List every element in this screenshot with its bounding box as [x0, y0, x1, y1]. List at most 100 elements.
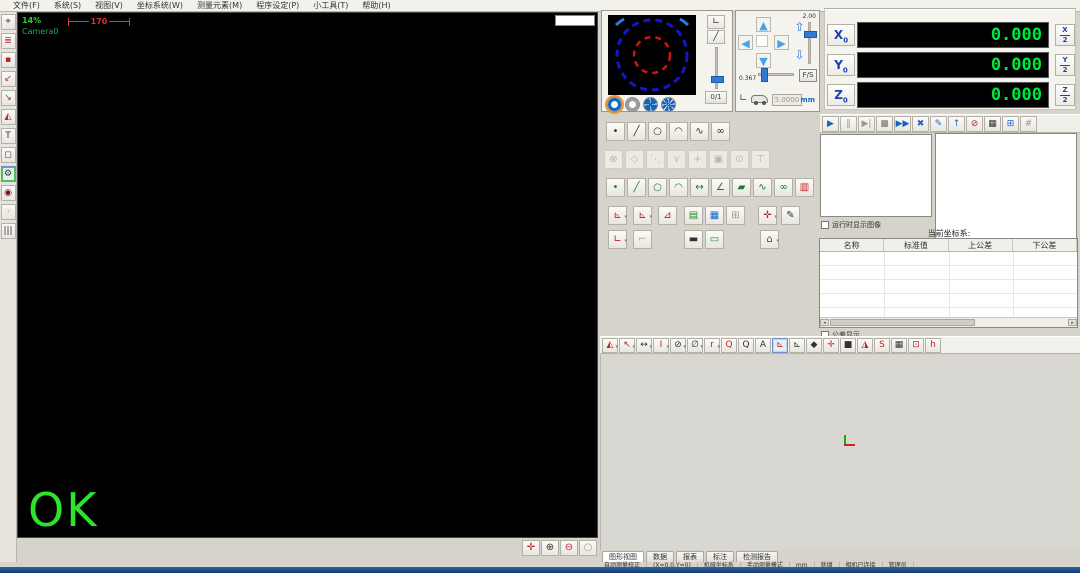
camera-record-button[interactable]: ◉ — [1, 185, 16, 201]
table-header-cell[interactable]: 下公差 — [1013, 239, 1077, 251]
graphics-view[interactable] — [600, 355, 1080, 550]
dro-y-half-button[interactable]: Y2 — [1055, 54, 1075, 76]
jog-up-button[interactable]: ▲ — [756, 17, 771, 32]
hand-tool-button[interactable]: ☞ — [1, 204, 16, 220]
corner-measure2-tool-button[interactable]: ↘ — [1, 90, 16, 106]
graph-zoom-in-button[interactable]: Q — [738, 338, 754, 353]
stop-button[interactable]: ■ — [876, 116, 893, 132]
tools-button[interactable]: ✖ — [912, 116, 929, 132]
view-tab[interactable]: 报表 — [676, 551, 704, 562]
export-green-button[interactable]: ▭ — [705, 230, 724, 249]
menu-item[interactable]: 系统(S) — [47, 0, 88, 12]
scroll-right-arrow[interactable]: ▸ — [1068, 319, 1077, 326]
program-result-list[interactable] — [935, 133, 1077, 243]
fast-run-button[interactable]: ▶▶ — [894, 116, 911, 132]
graph-shape-button[interactable]: ◆ — [806, 338, 822, 353]
caliper-tool-button[interactable]: ◭ — [1, 109, 16, 125]
line-tool-button[interactable]: ╱ — [627, 122, 646, 141]
zoom-in-button[interactable]: ⊕ — [541, 540, 559, 556]
circle-tool-button[interactable]: ○ — [648, 122, 667, 141]
abort-button[interactable]: ⊘ — [966, 116, 983, 132]
light-corner-button[interactable]: ∟ — [707, 15, 725, 29]
height-dim-button[interactable]: h — [925, 338, 941, 353]
graph-marker-button[interactable]: ◮ — [857, 338, 873, 353]
graph-label-button[interactable]: A — [755, 338, 771, 353]
menu-item[interactable]: 帮助(H) — [355, 0, 397, 12]
menu-item[interactable]: 程序设定(P) — [249, 0, 306, 12]
grid-view-button[interactable]: ⊞ — [1002, 116, 1019, 132]
curve-tool-button[interactable]: ∿ — [690, 122, 709, 141]
jog-right-button[interactable]: ▶ — [774, 35, 789, 50]
view-tab[interactable]: 检测报告 — [736, 551, 778, 562]
scrollbar-thumb[interactable] — [830, 319, 975, 326]
dro-z-half-button[interactable]: Z2 — [1055, 84, 1075, 106]
menu-item[interactable]: 小工具(T) — [306, 0, 355, 12]
view-tab[interactable]: 数据 — [646, 551, 674, 562]
view-tab[interactable]: 图形视图 — [602, 551, 644, 562]
jog-z-down-button[interactable]: ⇩ — [792, 47, 807, 64]
save-feature-button[interactable]: ▤ — [684, 206, 703, 225]
light-intensity-slider[interactable] — [715, 47, 718, 89]
dro-x-half-button[interactable]: X2 — [1055, 24, 1075, 46]
slider-handle[interactable] — [711, 76, 724, 83]
zoom-out-button[interactable]: ⊖ — [560, 540, 578, 556]
construct-arc-button[interactable]: ◠ — [669, 178, 688, 197]
table-header-cell[interactable]: 标准值 — [884, 239, 948, 251]
view-tab[interactable]: 标注 — [706, 551, 734, 562]
point-tool-button[interactable]: • — [606, 122, 625, 141]
pause-button[interactable]: ‖ — [840, 116, 857, 132]
table-header-cell[interactable]: 名称 — [820, 239, 884, 251]
datum-xy-button[interactable]: ⊾ — [608, 206, 627, 225]
menu-item[interactable]: 视图(V) — [88, 0, 130, 12]
run-button[interactable]: ▶ — [822, 116, 839, 132]
coax-light-button[interactable] — [625, 97, 640, 112]
graph-pan-button[interactable]: ✛ — [823, 338, 839, 353]
quadrant-light-button[interactable] — [643, 97, 658, 112]
xy-speed-slider[interactable] — [758, 73, 794, 76]
horizontal-scrollbar[interactable]: ◂ ▸ — [820, 317, 1077, 327]
step-size-input[interactable]: 5.0000 — [772, 94, 802, 106]
segment-light-button[interactable] — [661, 97, 676, 112]
corner-measure-tool-button[interactable]: ↙ — [1, 71, 16, 87]
locate-target-button[interactable]: ✛ — [758, 206, 777, 225]
monitor-button[interactable]: ▦ — [984, 116, 1001, 132]
construct-closed-curve-button[interactable]: ∞ — [774, 178, 793, 197]
menu-item[interactable]: 文件(F) — [6, 0, 47, 12]
slider-handle[interactable] — [761, 68, 768, 82]
roi-tool-button[interactable]: ▪ — [1, 52, 16, 68]
graph-axes-button[interactable]: ⊾ — [772, 338, 788, 353]
slider-handle[interactable] — [804, 31, 817, 38]
closed-curve-tool-button[interactable]: ∞ — [711, 122, 730, 141]
dro-x-label-button[interactable]: X0 — [827, 24, 855, 46]
table-header-cell[interactable]: 上公差 — [949, 239, 1013, 251]
menu-item[interactable]: 坐标系统(W) — [130, 0, 190, 12]
jog-down-button[interactable]: ▼ — [756, 53, 771, 68]
construct-angle-button[interactable]: ∠ — [711, 178, 730, 197]
dim-angle-button[interactable]: ◭ — [602, 338, 618, 353]
box-dim-button[interactable]: ⊡ — [908, 338, 924, 353]
datum-origin-button[interactable]: ∟ — [608, 230, 627, 249]
jog-left-button[interactable]: ◀ — [738, 35, 753, 50]
text-tool-button[interactable]: T — [1, 128, 16, 144]
center-crosshair-button[interactable]: ✛ — [522, 540, 540, 556]
construct-plane-button[interactable]: ▰ — [732, 178, 751, 197]
step-run-button[interactable]: ▶| — [858, 116, 875, 132]
step-corner-icon[interactable]: ∟ — [739, 93, 747, 104]
vehicle-move-icon[interactable] — [751, 95, 768, 103]
height-gauge-button[interactable]: ▥ — [795, 178, 814, 197]
construct-line-button[interactable]: ╱ — [627, 178, 646, 197]
graph-axes2-button[interactable]: ⊾ — [789, 338, 805, 353]
edit-program-button[interactable]: ✎ — [930, 116, 947, 132]
dro-z-label-button[interactable]: Z0 — [827, 84, 855, 106]
construct-curve-button[interactable]: ∿ — [753, 178, 772, 197]
edge-detect-tool-button[interactable]: ≣ — [1, 33, 16, 49]
camera-viewport[interactable]: 14% 170 Camera0 OK — [17, 12, 598, 538]
ring-light-button[interactable] — [607, 97, 622, 112]
viewport-corner-input[interactable] — [555, 15, 595, 26]
arc-tool-button[interactable]: ◠ — [669, 122, 688, 141]
construct-circle-button[interactable]: ○ — [648, 178, 667, 197]
crosshair-tool-button[interactable]: ⌖ — [1, 14, 16, 30]
light-output-button[interactable]: 0/1 — [705, 91, 727, 104]
dim-radius-button[interactable]: r — [704, 338, 720, 353]
dim-leader-button[interactable]: ↖ — [619, 338, 635, 353]
